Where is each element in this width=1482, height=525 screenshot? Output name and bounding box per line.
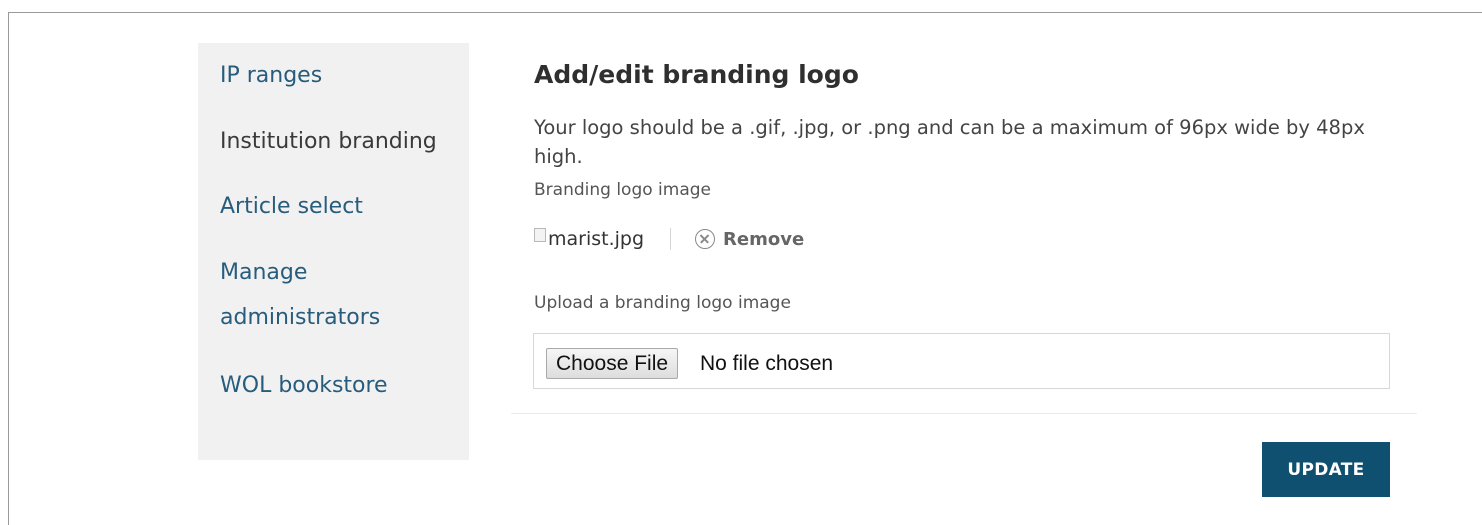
current-logo-alt-text: marist.jpg (548, 228, 645, 250)
current-logo-image: marist.jpg (534, 228, 644, 250)
sidebar-item-institution-branding[interactable]: Institution branding (220, 119, 460, 164)
file-status-text: No file chosen (700, 352, 834, 375)
circle-x-icon (695, 229, 716, 249)
sidebar-item-ip-ranges[interactable]: IP ranges (220, 53, 460, 98)
sidebar-item-article-select[interactable]: Article select (220, 184, 460, 229)
logo-requirements-text: Your logo should be a .gif, .jpg, or .pn… (534, 116, 1365, 168)
sidebar-item-manage-administrators-line2[interactable]: administrators (220, 295, 460, 340)
file-input[interactable]: Choose File No file chosen (533, 333, 1390, 389)
current-logo-row: marist.jpg Remove (534, 222, 804, 256)
sidebar: IP ranges Institution branding Article s… (198, 43, 469, 460)
sidebar-item-manage-administrators[interactable]: Manage (220, 250, 460, 295)
branding-logo-label: Branding logo image (534, 180, 711, 200)
form-divider (511, 413, 1417, 414)
page-title: Add/edit branding logo (534, 60, 859, 89)
upload-logo-label: Upload a branding logo image (534, 293, 791, 313)
choose-file-button[interactable]: Choose File (546, 348, 679, 379)
divider (670, 228, 672, 250)
broken-image-icon (534, 228, 546, 242)
update-button[interactable]: UPDATE (1262, 442, 1390, 497)
remove-logo-button[interactable]: Remove (695, 229, 804, 250)
remove-label: Remove (723, 228, 805, 250)
sidebar-item-wol-bookstore[interactable]: WOL bookstore (220, 363, 460, 408)
